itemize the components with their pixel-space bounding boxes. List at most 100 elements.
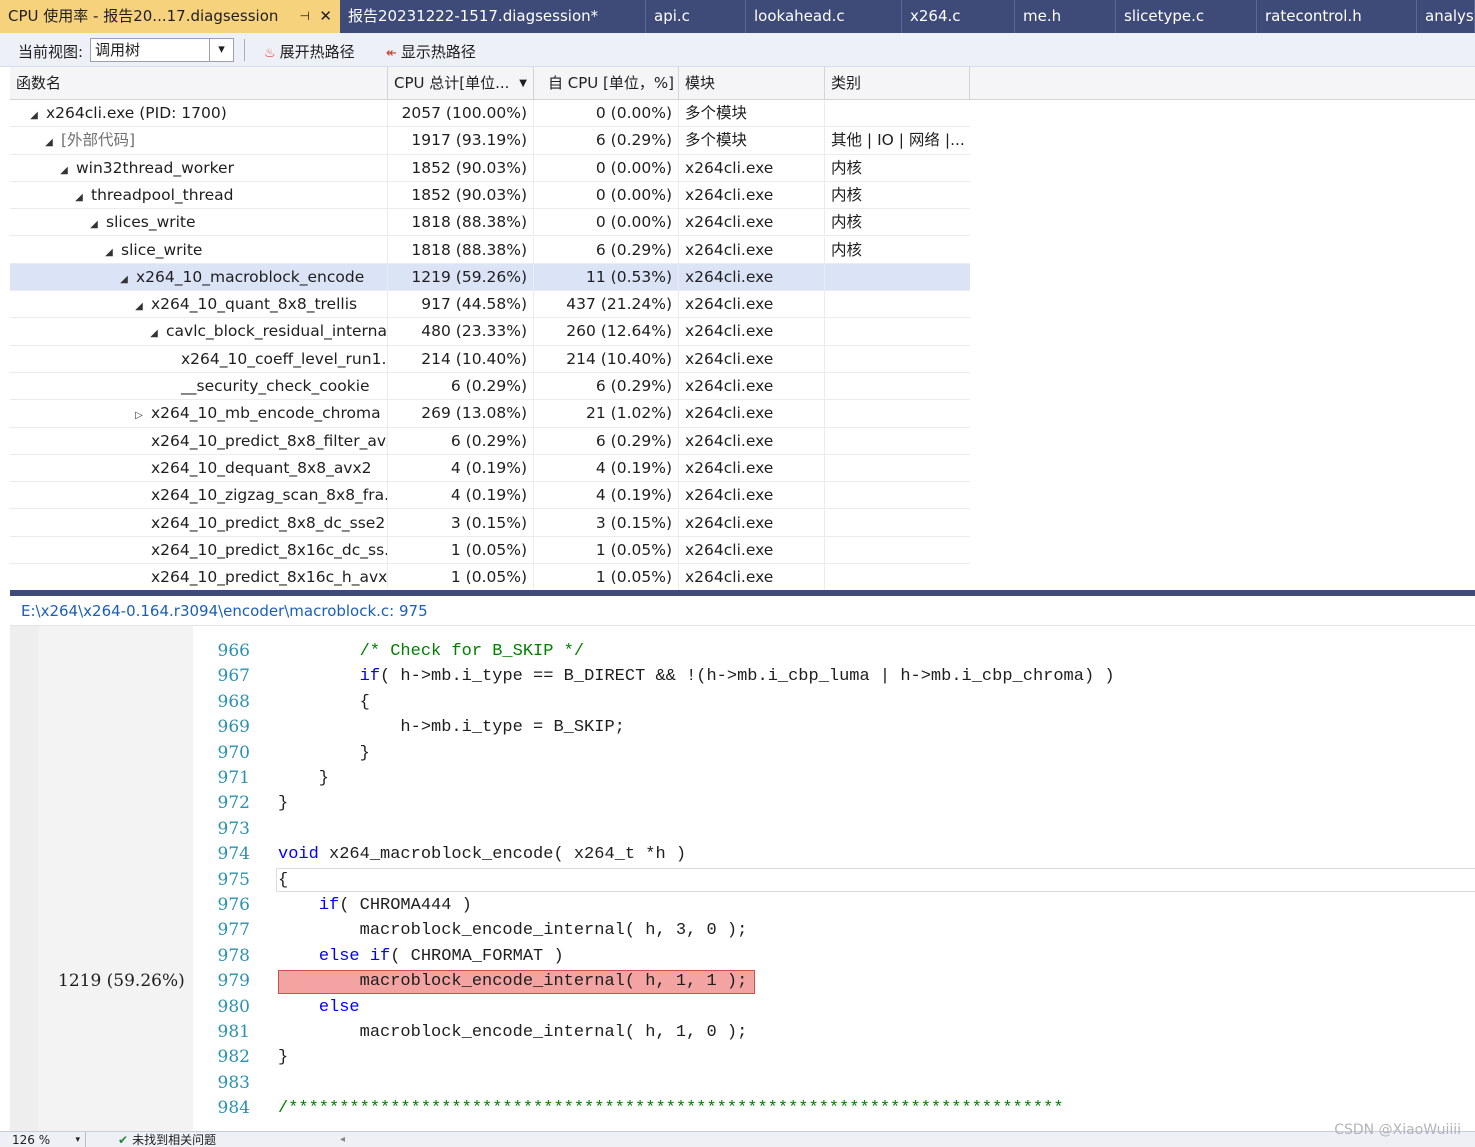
collapse-arrow-icon[interactable]: ◢ bbox=[56, 157, 72, 182]
table-row[interactable]: x264_10_zigzag_scan_8x8_fra... 4 (0.19%) 4… bbox=[10, 482, 970, 510]
module-cell: x264cli.exe bbox=[679, 263, 825, 291]
self-cpu-cell: 260 (12.64%) bbox=[534, 318, 679, 346]
code-text[interactable]: macroblock_encode_internal( h, 3, 0 ); bbox=[278, 918, 748, 943]
code-text[interactable]: } bbox=[278, 1045, 288, 1070]
column-header-self-cpu[interactable]: 自 CPU [单位，%] bbox=[534, 67, 679, 100]
code-text[interactable]: else if( CHROMA_FORMAT ) bbox=[278, 944, 564, 969]
code-text[interactable]: void x264_macroblock_encode( x264_t *h ) bbox=[278, 842, 686, 867]
zoom-level-select[interactable]: 126 % ▾ bbox=[12, 1132, 86, 1147]
self-cpu-cell: 4 (0.19%) bbox=[534, 482, 679, 510]
pin-icon[interactable]: ⊣ bbox=[300, 0, 310, 33]
line-number: 970 bbox=[217, 742, 250, 763]
table-row[interactable]: x264_10_dequant_8x8_avx2 4 (0.19%) 4 (0.19… bbox=[10, 454, 970, 483]
zoom-level-value: 126 % bbox=[12, 1133, 51, 1147]
document-tab[interactable]: ratecontrol.h bbox=[1257, 0, 1417, 33]
table-row[interactable]: ◢ x264_10_macroblock_encode 1219 (59.26%) 1… bbox=[10, 263, 970, 292]
issues-indicator[interactable]: ✔ 未找到相关问题 bbox=[118, 1132, 216, 1147]
collapse-arrow-icon[interactable]: ◢ bbox=[71, 184, 87, 209]
current-view-value: 调用树 bbox=[95, 41, 141, 59]
cpu-total-cell: 214 (10.40%) bbox=[388, 345, 534, 373]
column-header-function-name[interactable]: 函数名 bbox=[10, 67, 388, 100]
document-tab-label: api.c bbox=[654, 7, 690, 25]
table-row[interactable]: ▷ x264_10_mb_encode_chroma 269 (13.08%) 21 … bbox=[10, 400, 970, 428]
document-tab[interactable]: analys bbox=[1417, 0, 1475, 33]
code-line: 977 macroblock_encode_internal( h, 3, 0 … bbox=[10, 918, 1475, 943]
chevron-down-icon[interactable]: ▾ bbox=[209, 39, 233, 61]
current-line-marker bbox=[276, 867, 1475, 892]
table-row[interactable]: x264_10_predict_8x16c_h_avx2 1 (0.05%) 1 (… bbox=[10, 564, 970, 592]
module-cell: x264cli.exe bbox=[679, 509, 825, 537]
code-text[interactable]: } bbox=[278, 791, 288, 816]
function-name-cell: ◢ x264cli.exe (PID: 1700) bbox=[10, 100, 388, 127]
line-number: 971 bbox=[217, 768, 250, 788]
collapse-arrow-icon[interactable]: ◢ bbox=[146, 320, 162, 345]
document-tab[interactable]: 报告20231222-1517.diagsession* bbox=[340, 0, 646, 33]
code-text[interactable]: macroblock_encode_internal( h, 1, 1 ); bbox=[278, 969, 748, 994]
watermark-text: CSDN @XiaoWuiiii bbox=[1334, 1122, 1461, 1138]
code-text[interactable]: /* Check for B_SKIP */ bbox=[278, 639, 584, 664]
collapse-arrow-icon[interactable]: ◢ bbox=[26, 102, 42, 127]
collapse-arrow-icon[interactable]: ◢ bbox=[101, 239, 117, 264]
column-header-module[interactable]: 模块 bbox=[679, 67, 825, 100]
code-text[interactable]: } bbox=[278, 766, 329, 791]
source-file-path-link[interactable]: E:\x264\x264-0.164.r3094\encoder\macrobl… bbox=[21, 602, 428, 620]
table-row[interactable]: ◢ [外部代码] 1917 (93.19%) 6 (0.29%) 多个模块 其他 | IO… bbox=[10, 127, 970, 155]
category-cell bbox=[825, 510, 970, 537]
code-text[interactable]: h->mb.i_type = B_SKIP; bbox=[278, 715, 624, 740]
table-row[interactable]: ◢ threadpool_thread 1852 (90.03%) 0 (0.00%)… bbox=[10, 181, 970, 210]
document-tab[interactable]: slicetype.c bbox=[1116, 0, 1257, 33]
chevron-down-icon[interactable]: ▾ bbox=[75, 1132, 80, 1147]
self-cpu-cell: 0 (0.00%) bbox=[534, 181, 679, 209]
category-cell bbox=[825, 100, 970, 127]
module-cell: x264cli.exe bbox=[679, 181, 825, 209]
table-row[interactable]: ◢ cavlc_block_residual_internal 480 (23.33… bbox=[10, 318, 970, 346]
line-number: 966 bbox=[217, 641, 250, 661]
code-text[interactable]: } bbox=[278, 741, 370, 766]
table-row[interactable]: ◢ slices_write 1818 (88.38%) 0 (0.00%) x264c… bbox=[10, 209, 970, 237]
document-tab[interactable]: me.h bbox=[1015, 0, 1116, 33]
code-line: 971 } bbox=[10, 766, 1475, 791]
column-header-cpu-total[interactable]: CPU 总计[单位... ▼ bbox=[388, 67, 534, 100]
collapse-arrow-icon[interactable]: ◢ bbox=[131, 293, 147, 318]
code-text[interactable]: { bbox=[278, 690, 370, 715]
expand-hot-path-button[interactable]: ♨ 展开热路径 bbox=[264, 41, 355, 62]
table-row[interactable]: x264_10_coeff_level_run1... 214 (10.40%) 2… bbox=[10, 345, 970, 373]
code-text[interactable]: if( h->mb.i_type == B_DIRECT && !(h->mb.… bbox=[278, 664, 1115, 689]
current-view-select[interactable]: 调用树 ▾ bbox=[90, 38, 234, 62]
code-text[interactable]: if( CHROMA444 ) bbox=[278, 893, 472, 918]
table-row[interactable]: ◢ x264cli.exe (PID: 1700) 2057 (100.00%) 0 … bbox=[10, 100, 970, 128]
code-text[interactable]: else bbox=[278, 995, 360, 1020]
line-number: 974 bbox=[217, 844, 250, 865]
expand-arrow-icon[interactable]: ▷ bbox=[131, 402, 147, 427]
function-name-cell: ◢ x264_10_quant_8x8_trellis bbox=[10, 291, 388, 319]
table-row[interactable]: ◢ x264_10_quant_8x8_trellis 917 (44.58%) 43… bbox=[10, 291, 970, 319]
table-row[interactable]: x264_10_predict_8x8_filter_avx 6 (0.29%) 6… bbox=[10, 427, 970, 455]
column-header-category[interactable]: 类别 bbox=[825, 67, 970, 100]
code-text[interactable]: /***************************************… bbox=[278, 1096, 1064, 1121]
document-tab[interactable]: x264.c bbox=[902, 0, 1015, 33]
table-row[interactable]: x264_10_predict_8x8_dc_sse2 3 (0.15%) 3 (0… bbox=[10, 509, 970, 537]
table-row[interactable]: ◢ slice_write 1818 (88.38%) 6 (0.29%) x264cl… bbox=[10, 236, 970, 264]
function-name-cell: ◢ cavlc_block_residual_internal bbox=[10, 318, 388, 346]
function-name-text: [外部代码] bbox=[61, 131, 136, 150]
collapse-arrow-icon[interactable]: ◢ bbox=[116, 266, 132, 291]
table-row[interactable]: ◢ win32thread_worker 1852 (90.03%) 0 (0.00%… bbox=[10, 154, 970, 182]
table-row[interactable]: __security_check_cookie 6 (0.29%) 6 (0.29%… bbox=[10, 373, 970, 401]
function-name-cell: x264_10_dequant_8x8_avx2 bbox=[10, 454, 388, 482]
code-text[interactable]: { bbox=[278, 868, 288, 893]
category-cell bbox=[825, 373, 970, 400]
collapse-arrow-icon[interactable]: ◢ bbox=[41, 129, 57, 154]
code-text[interactable]: macroblock_encode_internal( h, 1, 0 ); bbox=[278, 1020, 748, 1045]
module-cell: x264cli.exe bbox=[679, 291, 825, 319]
table-row[interactable]: x264_10_predict_8x16c_dc_ss... 1 (0.05%) 1… bbox=[10, 536, 970, 565]
document-tab[interactable]: lookahead.c bbox=[746, 0, 902, 33]
cpu-total-cell: 6 (0.29%) bbox=[388, 373, 534, 400]
document-tab[interactable]: api.c bbox=[646, 0, 746, 33]
document-tab[interactable]: CPU 使用率 - 报告20...17.diagsession ⊣ ✕ bbox=[0, 0, 340, 33]
scroll-left-icon[interactable]: ◂ bbox=[340, 1132, 345, 1147]
module-cell: x264cli.exe bbox=[679, 564, 825, 592]
close-icon[interactable]: ✕ bbox=[319, 0, 332, 33]
collapse-arrow-icon[interactable]: ◢ bbox=[86, 211, 102, 236]
self-cpu-cell: 214 (10.40%) bbox=[534, 345, 679, 373]
show-hot-path-button[interactable]: ↞ 显示热路径 bbox=[386, 41, 476, 62]
